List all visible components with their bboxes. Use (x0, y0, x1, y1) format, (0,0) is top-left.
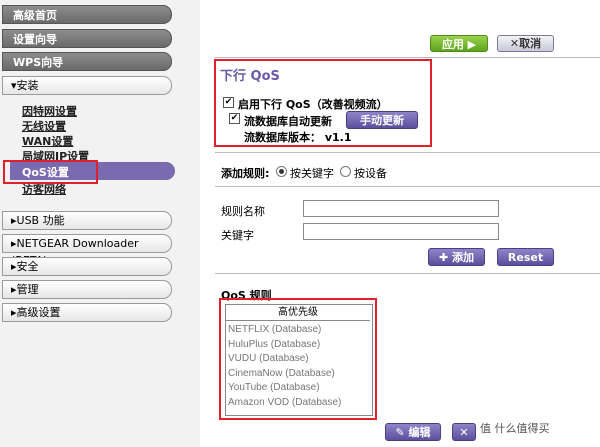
edit-button[interactable]: ✎ 编辑 (385, 423, 441, 441)
priority-header: 高优先级 (226, 305, 370, 321)
nav-admin[interactable]: ▸管理 (2, 280, 172, 299)
nav-usb-functions[interactable]: ▸USB 功能 (2, 211, 172, 230)
list-item[interactable]: Amazon VOD (Database) (228, 397, 370, 412)
cancel-button[interactable]: ✕取消 (497, 35, 554, 52)
apply-button[interactable]: 应用 ▶ (430, 35, 488, 52)
nav-wps-wizard[interactable]: WPS向导 (2, 52, 172, 71)
nav-advanced-setup[interactable]: ▸高级设置 (2, 303, 172, 322)
by-keyword-label: 按关键字 (290, 167, 334, 180)
nav-section-setup[interactable]: ▾安装 (2, 76, 172, 95)
manual-update-button[interactable]: 手动更新 (346, 111, 418, 129)
by-keyword-radio[interactable] (276, 166, 287, 177)
nav-wireless-setup[interactable]: 无线设置 (22, 118, 66, 134)
rule-name-input[interactable] (303, 200, 499, 217)
divider (215, 152, 600, 153)
highlight-box-qos-nav (3, 160, 98, 184)
list-item[interactable]: VUDU (Database) (228, 353, 370, 368)
nav-netgear-downloader[interactable]: ▸NETGEAR Downloader (BETA) (2, 234, 172, 267)
nav-internet-setup[interactable]: 因特网设置 (22, 103, 77, 119)
delete-button[interactable]: ✕ (452, 423, 476, 441)
enable-qos-checkbox[interactable]: ✔ (223, 97, 234, 108)
nav-setup-wizard[interactable]: 设置向导 (2, 29, 172, 48)
list-item[interactable]: YouTube (Database) (228, 382, 370, 397)
keyword-input[interactable] (303, 223, 499, 240)
list-item[interactable]: CinemaNow (Database) (228, 368, 370, 383)
keyword-label: 关键字 (221, 229, 254, 242)
auto-update-label: 流数据库自动更新 (244, 115, 332, 128)
nav-advanced-home[interactable]: 高级首页 (2, 5, 172, 24)
auto-update-checkbox[interactable]: ✔ (229, 113, 240, 124)
nav-security[interactable]: ▸安全 (2, 257, 172, 276)
sidebar-nav: 高级首页 设置向导 WPS向导 ▾安装 因特网设置 无线设置 WAN设置 局域网… (0, 0, 200, 447)
by-device-radio[interactable] (340, 166, 351, 177)
list-item[interactable]: HuluPlus (Database) (228, 339, 370, 354)
by-device-label: 按设备 (354, 167, 387, 180)
qos-title: 下行 QoS (220, 69, 280, 84)
enable-qos-label: 启用下行 QoS（改善视频流） (238, 98, 388, 111)
nav-wan-setup[interactable]: WAN设置 (22, 133, 73, 149)
list-item[interactable]: NETFLIX (Database) (228, 324, 370, 339)
divider (215, 186, 600, 187)
add-rule-button[interactable]: ✚ 添加 (428, 248, 485, 266)
add-rule-label: 添加规则: (221, 167, 270, 180)
divider (215, 57, 600, 58)
rule-name-label: 规则名称 (221, 205, 265, 218)
divider (215, 273, 600, 274)
qos-rule-list[interactable]: 高优先级 NETFLIX (Database) HuluPlus (Databa… (225, 304, 373, 416)
watermark-text: 值 什么值得买 (480, 422, 550, 435)
reset-button[interactable]: Reset (497, 248, 554, 266)
db-version-text: 流数据库版本： v1.1 (244, 131, 352, 144)
